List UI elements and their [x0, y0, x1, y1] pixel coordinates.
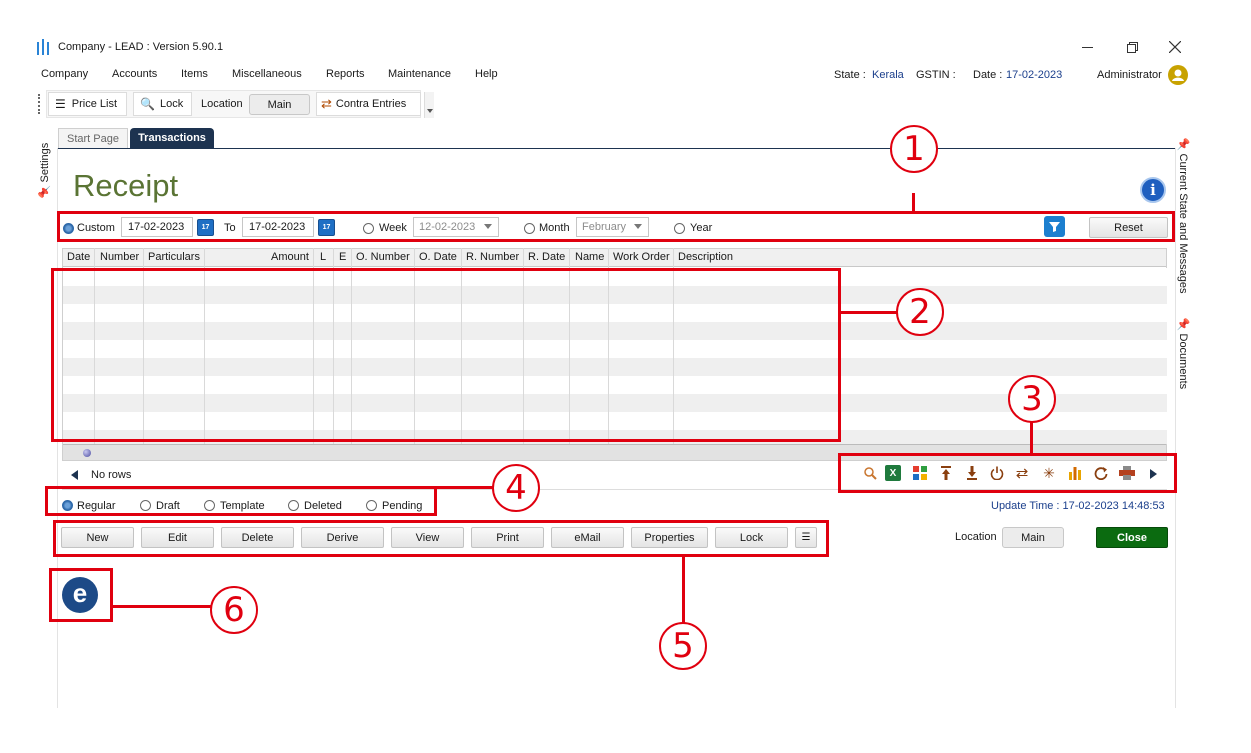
callout-line-4 [437, 486, 493, 489]
callout-box-toolbar [838, 453, 1177, 493]
menu-items[interactable]: Items [181, 68, 208, 80]
tab-transactions-label: Transactions [138, 132, 206, 144]
date-label: Date : [973, 69, 1003, 81]
callout-number-6: 6 [210, 586, 258, 634]
column-header-date[interactable]: Date [67, 251, 90, 263]
lock-button[interactable]: 🔍 Lock [133, 92, 192, 116]
right-panel-border [1175, 148, 1176, 708]
callout-number-1: 1 [890, 125, 938, 173]
menu-miscellaneous[interactable]: Miscellaneous [232, 68, 302, 80]
toolbar-overflow-icon[interactable] [424, 92, 434, 118]
toolbar-grip[interactable] [38, 94, 40, 114]
callout-number-4: 4 [492, 464, 540, 512]
column-header-r-date[interactable]: R. Date [528, 251, 565, 263]
column-header-work-order[interactable]: Work Order [613, 251, 670, 263]
column-header-o-number[interactable]: O. Number [356, 251, 410, 263]
callout-box-filter [57, 211, 1175, 242]
window-title: Company - LEAD : Version 5.90.1 [58, 41, 224, 53]
column-header-l[interactable]: L [320, 251, 326, 263]
callout-line-3 [1030, 422, 1033, 453]
column-header-o-date[interactable]: O. Date [419, 251, 457, 263]
column-header-particulars[interactable]: Particulars [148, 251, 200, 263]
info-icon[interactable]: i [1140, 177, 1166, 203]
menu-accounts[interactable]: Accounts [112, 68, 157, 80]
price-list-label: Price List [71, 98, 118, 110]
tab-strip-line [58, 148, 1175, 149]
no-rows-label: No rows [91, 469, 132, 481]
close-window-icon[interactable] [1168, 40, 1182, 54]
callout-box-actions [53, 520, 829, 557]
restore-icon[interactable] [1127, 42, 1138, 53]
settings-label: Settings [39, 142, 51, 183]
current-state-label: Current State and Messages [1177, 153, 1189, 294]
column-header-description[interactable]: Description [678, 251, 733, 263]
callout-line-1 [912, 193, 915, 211]
column-header-number[interactable]: Number [100, 251, 139, 263]
state-label: State : [834, 69, 866, 81]
callout-number-2: 2 [896, 288, 944, 336]
column-header-e[interactable]: E [339, 251, 346, 263]
update-time: Update Time : 17-02-2023 14:48:53 [991, 500, 1165, 512]
close-button[interactable]: Close [1096, 527, 1168, 548]
pin-icon: 📌 [39, 185, 51, 199]
callout-line-6 [113, 605, 211, 608]
user-avatar-icon[interactable] [1168, 65, 1188, 85]
bottom-location-select[interactable]: Main [1002, 527, 1064, 548]
user-name[interactable]: Administrator [1097, 69, 1162, 81]
documents-panel-tab[interactable]: 📌 Documents [1177, 317, 1190, 389]
date-value: 17-02-2023 [1006, 69, 1063, 81]
location-label: Location [201, 98, 243, 110]
contra-entries-label: Contra Entries [335, 98, 407, 110]
callout-line-2 [841, 311, 898, 314]
callout-box-status [45, 486, 437, 516]
previous-arrow-icon[interactable] [71, 470, 78, 480]
callout-line-5 [682, 557, 685, 623]
bottom-location-label: Location [955, 531, 997, 543]
column-header-amount[interactable]: Amount [271, 251, 309, 263]
callout-number-5: 5 [659, 622, 707, 670]
callout-number-3: 3 [1008, 375, 1056, 423]
current-state-panel-tab[interactable]: 📌 Current State and Messages [1177, 137, 1190, 294]
scroll-thumb-icon[interactable] [83, 449, 91, 457]
app-logo-icon [37, 39, 49, 55]
list-icon: ☰ [55, 97, 66, 111]
lock-label: Lock [159, 98, 184, 110]
callout-box-logo [49, 568, 113, 622]
pin-icon: 📌 [1177, 137, 1189, 151]
location-select[interactable]: Main [249, 94, 310, 115]
swap-arrows-icon: ⇄ [321, 96, 332, 111]
pin-icon: 📌 [1177, 317, 1189, 331]
tab-start-page[interactable]: Start Page [58, 128, 128, 148]
tab-start-page-label: Start Page [67, 132, 119, 145]
price-list-button[interactable]: ☰ Price List [48, 92, 127, 116]
contra-entries-button[interactable]: ⇄ Contra Entries [316, 92, 421, 116]
minimize-icon[interactable] [1082, 47, 1093, 48]
page-title: Receipt [73, 168, 179, 203]
documents-label: Documents [1177, 333, 1189, 390]
state-value: Kerala [872, 69, 904, 81]
column-header-name[interactable]: Name [575, 251, 604, 263]
settings-panel-tab[interactable]: 📌 Settings [38, 143, 51, 203]
menu-reports[interactable]: Reports [326, 68, 365, 80]
menu-maintenance[interactable]: Maintenance [388, 68, 451, 80]
tab-transactions[interactable]: Transactions [130, 128, 214, 148]
menu-company[interactable]: Company [41, 68, 88, 80]
column-header-r-number[interactable]: R. Number [466, 251, 519, 263]
gstin-label: GSTIN : [916, 69, 956, 81]
callout-box-grid [51, 268, 841, 442]
menu-help[interactable]: Help [475, 68, 498, 80]
key-icon: 🔍 [140, 97, 155, 111]
